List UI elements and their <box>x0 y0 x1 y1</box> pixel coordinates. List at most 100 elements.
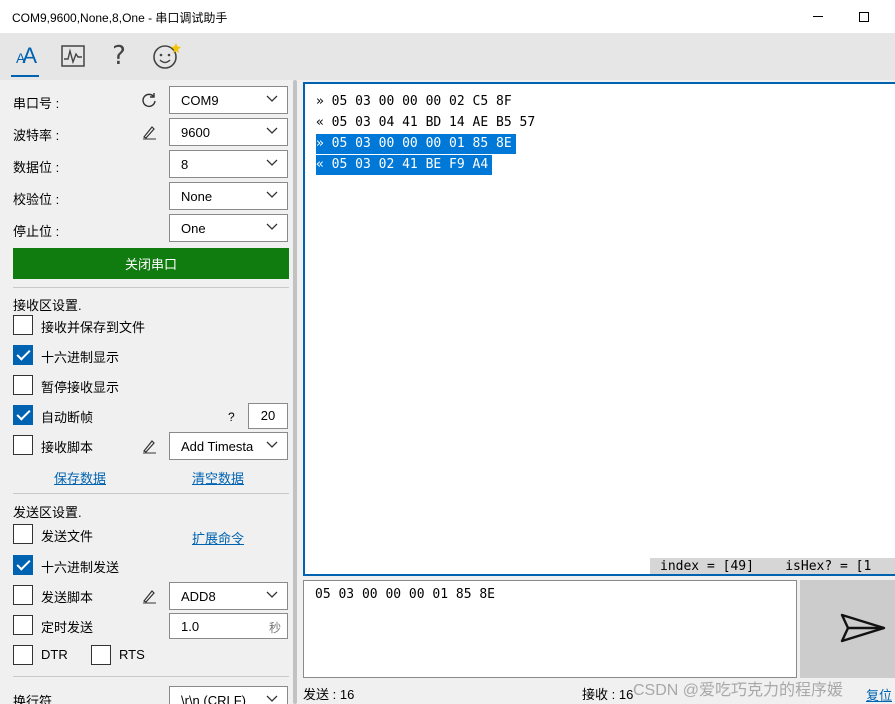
rts-checkbox[interactable] <box>91 645 111 665</box>
chevron-down-icon <box>266 441 278 448</box>
send-text: 05 03 00 00 00 01 85 8E <box>315 587 496 602</box>
minimize-icon <box>813 16 823 17</box>
newline-value: \r\n (CRLF) <box>181 693 246 704</box>
refresh-icon[interactable] <box>140 91 158 109</box>
received-count: 接收 : 16 <box>582 687 634 702</box>
send-button[interactable] <box>800 580 895 678</box>
receive-line: » 05 03 00 00 00 01 85 8E <box>316 134 516 154</box>
hex-send-checkbox[interactable] <box>13 555 33 575</box>
help-button[interactable]: ? <box>103 41 135 71</box>
timed-interval-unit: 秒 <box>268 621 281 635</box>
databits-label: 数据位 : <box>13 160 60 175</box>
baud-value: 9600 <box>181 125 210 140</box>
parity-label: 校验位 : <box>13 192 60 207</box>
send-script-checkbox[interactable] <box>13 585 33 605</box>
maximize-icon <box>859 11 869 22</box>
chevron-down-icon <box>266 127 278 134</box>
minimize-button[interactable] <box>795 0 841 33</box>
font-icon: AAAA <box>15 43 37 68</box>
divider <box>13 287 289 288</box>
pen-icon[interactable] <box>140 437 158 455</box>
hex-display-label: 十六进制显示 <box>41 350 120 365</box>
timed-interval-input[interactable]: 1.0 秒 <box>169 613 288 639</box>
receive-line: « 05 03 02 41 BE F9 A4 <box>316 155 493 175</box>
pause-display-checkbox[interactable] <box>13 375 33 395</box>
scrollbar-thumb[interactable] <box>293 80 297 704</box>
pen-icon[interactable] <box>140 587 158 605</box>
auto-frame-checkbox[interactable] <box>13 405 33 425</box>
receive-script-checkbox[interactable] <box>13 435 33 455</box>
databits-select[interactable]: 8 <box>169 150 288 178</box>
clear-data-link[interactable]: 清空数据 <box>192 468 244 487</box>
send-section-title: 发送区设置. <box>13 505 82 520</box>
chevron-down-icon <box>266 95 278 102</box>
timed-send-checkbox[interactable] <box>13 615 33 635</box>
reset-link[interactable]: 复位 <box>866 685 892 704</box>
hex-display-checkbox[interactable] <box>13 345 33 365</box>
save-to-file-label: 接收并保存到文件 <box>41 320 146 335</box>
window-title: COM9,9600,None,8,One - 串口调试助手 <box>12 11 228 25</box>
rts-label: RTS <box>119 647 145 662</box>
timed-interval-value: 1.0 <box>181 619 200 634</box>
waveform-icon <box>61 45 85 67</box>
parity-value: None <box>181 189 213 204</box>
baud-select[interactable]: 9600 <box>169 118 288 146</box>
send-file-checkbox[interactable] <box>13 524 33 544</box>
maximize-button[interactable] <box>841 0 887 33</box>
parity-select[interactable]: None <box>169 182 288 210</box>
frame-timeout-input[interactable]: 20 <box>248 403 288 429</box>
send-script-value: ADD8 <box>181 589 216 604</box>
chevron-down-icon <box>266 695 278 702</box>
receive-section-title: 接收区设置. <box>13 298 82 313</box>
timed-send-label: 定时发送 <box>41 620 94 635</box>
toolbar: AAAA ? <box>0 33 895 80</box>
divider <box>13 493 289 494</box>
stopbits-select[interactable]: One <box>169 214 288 242</box>
chevron-down-icon <box>266 191 278 198</box>
help-icon: ? <box>112 41 126 71</box>
frame-help-icon[interactable]: ? <box>228 410 235 424</box>
port-label: 串口号 : <box>13 96 60 111</box>
stopbits-value: One <box>181 221 206 236</box>
close-port-button[interactable]: 关闭串口 <box>13 248 289 279</box>
receive-line: « 05 03 04 41 BD 14 AE B5 57 <box>316 115 536 130</box>
settings-sidebar: 串口号 : COM9 波特率 : 9600 数据位 : 8 校验位 : None… <box>0 80 300 704</box>
receive-line: » 05 03 00 00 00 02 C5 8F <box>316 94 512 109</box>
about-button[interactable] <box>150 41 182 71</box>
waveform-button[interactable] <box>57 41 89 71</box>
auto-frame-label: 自动断帧 <box>41 410 94 425</box>
watermark: CSDN @爱吃巧克力的程序媛 <box>633 682 844 699</box>
dtr-checkbox[interactable] <box>13 645 33 665</box>
receive-script-label: 接收脚本 <box>41 440 94 455</box>
baud-label: 波特率 : <box>13 128 60 143</box>
databits-value: 8 <box>181 157 189 172</box>
stopbits-label: 停止位 : <box>13 224 60 239</box>
receive-text-area[interactable]: » 05 03 00 00 00 02 C5 8F « 05 03 04 41 … <box>303 82 895 576</box>
newline-label: 换行符 <box>13 694 53 704</box>
active-tab-indicator <box>11 75 39 77</box>
port-select[interactable]: COM9 <box>169 86 288 114</box>
pen-icon[interactable] <box>140 123 158 141</box>
chevron-down-icon <box>266 591 278 598</box>
receive-status-strip: index = [49] isHex? = [1 <box>650 558 895 574</box>
port-value: COM9 <box>181 93 219 108</box>
font-settings-button[interactable]: AAAA <box>9 41 41 77</box>
send-text-area[interactable]: 05 03 00 00 00 01 85 8E <box>303 580 797 678</box>
send-script-select[interactable]: ADD8 <box>169 582 288 610</box>
receive-script-select[interactable]: Add Timesta <box>169 432 288 460</box>
dtr-label: DTR <box>41 647 68 662</box>
save-data-link[interactable]: 保存数据 <box>54 468 106 487</box>
smiley-icon <box>153 43 181 69</box>
expand-command-link[interactable]: 扩展命令 <box>192 528 244 547</box>
title-bar: COM9,9600,None,8,One - 串口调试助手 <box>0 0 895 33</box>
save-to-file-checkbox[interactable] <box>13 315 33 335</box>
sidebar-scrollbar[interactable] <box>290 80 300 704</box>
send-icon <box>840 613 886 643</box>
newline-select[interactable]: \r\n (CRLF) <box>169 686 288 704</box>
pause-display-label: 暂停接收显示 <box>41 380 120 395</box>
sent-count: 发送 : 16 <box>303 687 355 702</box>
chevron-down-icon <box>266 223 278 230</box>
divider <box>13 676 289 677</box>
hex-send-label: 十六进制发送 <box>41 560 120 575</box>
receive-script-value: Add Timesta <box>181 439 254 454</box>
